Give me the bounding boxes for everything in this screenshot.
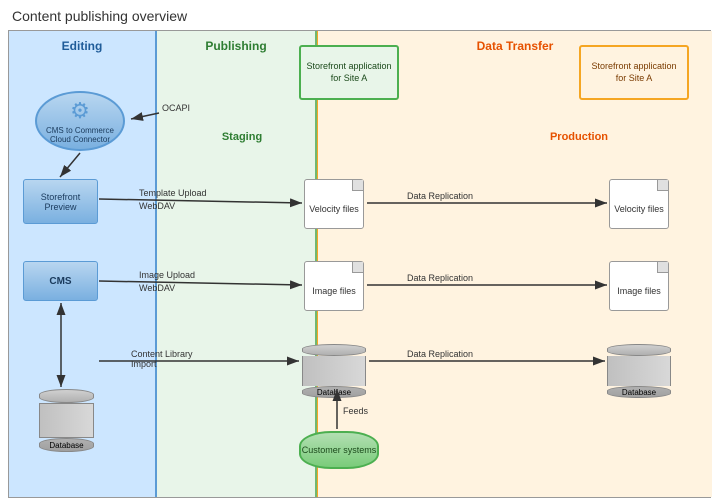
customer-systems-label: Customer systems: [302, 445, 377, 456]
diagram-container: Content publishing overview Editing Publ…: [0, 0, 719, 503]
connector-box: ⚙ CMS to Commerce Cloud Connector: [35, 91, 125, 151]
database-left-container: Database: [39, 389, 94, 452]
velocity-prod-container: Velocity files: [609, 179, 669, 229]
diagram-area: Editing Publishing Data Transfer ⚙ CMS t…: [8, 30, 711, 498]
publishing-label: Publishing: [157, 35, 315, 57]
ocapi-label: OCAPI: [162, 103, 190, 113]
storefront-preview-box: Storefront Preview: [23, 179, 98, 224]
data-rep-3-label: Data Replication: [407, 349, 473, 359]
image-staging-container: Image files: [304, 261, 364, 311]
cms-box: CMS: [23, 261, 98, 301]
editing-label: Editing: [9, 35, 155, 57]
cms-label: CMS: [49, 276, 71, 287]
production-label: Production: [454, 131, 704, 143]
staging-label: Staging: [177, 131, 307, 143]
customer-systems-box: Customer systems: [299, 431, 379, 469]
storefront-preview-label: Storefront Preview: [24, 192, 97, 212]
database-left-label: Database: [39, 438, 94, 452]
image-upload-label: Image Upload WebDAV: [139, 269, 195, 294]
database-staging-container: Database: [302, 344, 366, 398]
storefront-staging-label: Storefront application for Site A: [305, 61, 393, 84]
feeds-label: Feeds: [343, 406, 368, 416]
storefront-site-a-prod: Storefront application for Site A: [579, 45, 689, 100]
data-rep-1-label: Data Replication: [407, 191, 473, 201]
content-library-label: Content Library Import: [131, 349, 193, 369]
template-upload-label: Template Upload WebDAV: [139, 187, 207, 212]
velocity-prod-label: Velocity files: [614, 204, 664, 214]
connector-label: CMS to Commerce Cloud Connector: [37, 126, 123, 145]
storefront-site-a-staging: Storefront application for Site A: [299, 45, 399, 100]
database-prod-container: Database: [607, 344, 671, 398]
database-prod-label: Database: [607, 386, 671, 398]
image-staging-label: Image files: [312, 286, 356, 296]
velocity-staging-container: Velocity files: [304, 179, 364, 229]
velocity-staging-label: Velocity files: [309, 204, 359, 214]
page-title: Content publishing overview: [12, 8, 711, 24]
database-staging-label: Database: [302, 386, 366, 398]
image-prod-container: Image files: [609, 261, 669, 311]
image-prod-label: Image files: [617, 286, 661, 296]
storefront-prod-label: Storefront application for Site A: [585, 61, 683, 84]
data-rep-2-label: Data Replication: [407, 273, 473, 283]
section-publishing: Publishing: [157, 31, 317, 497]
